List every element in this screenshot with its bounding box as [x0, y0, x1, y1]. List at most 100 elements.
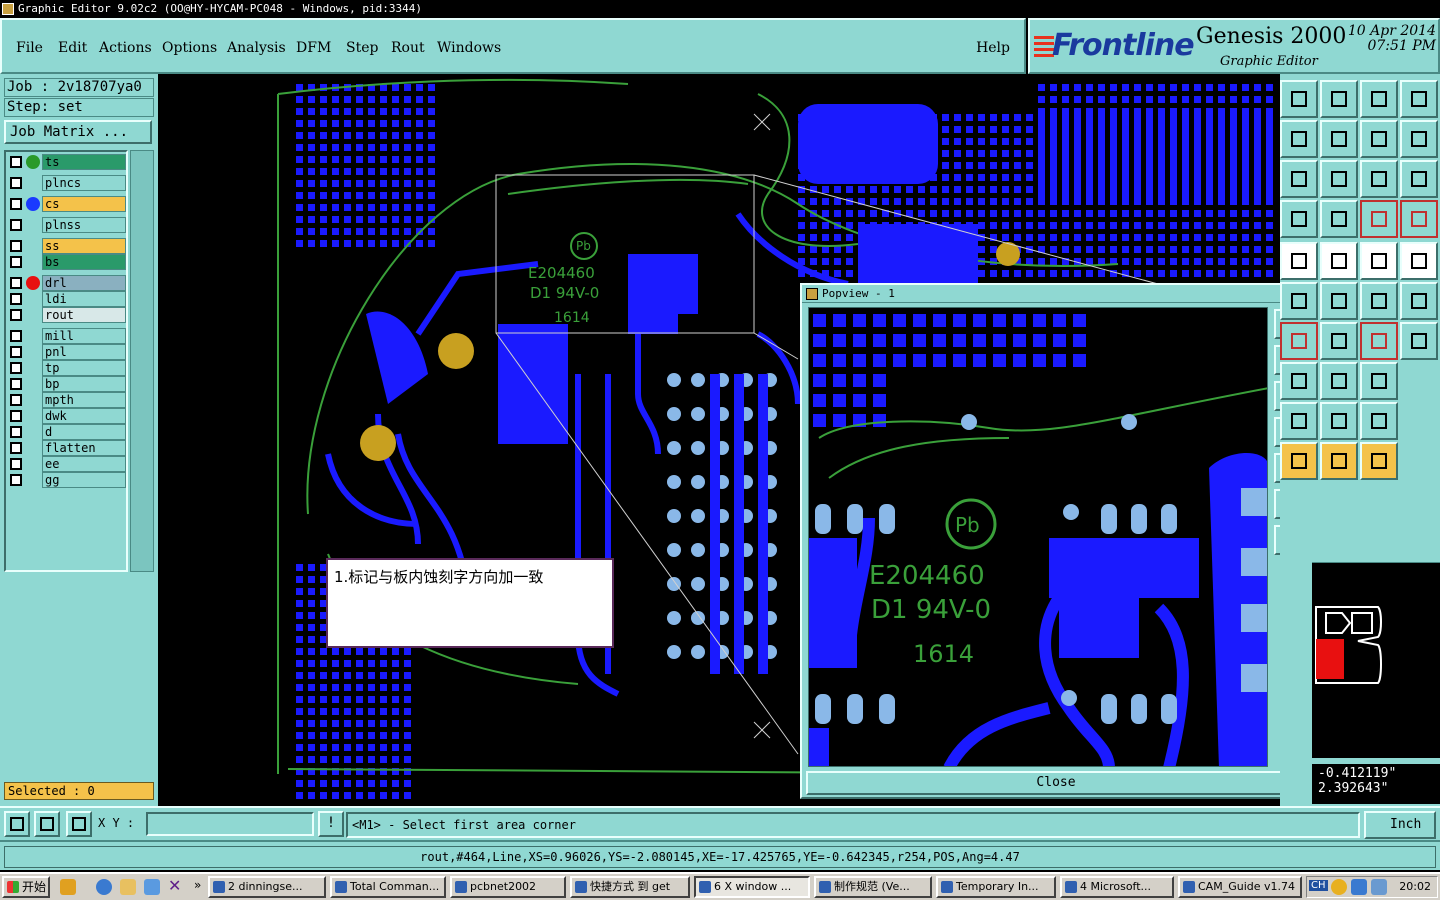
- taskbar-task[interactable]: 2 dinningse...: [208, 876, 326, 898]
- tool-resize-button[interactable]: [1320, 362, 1358, 400]
- layer-row-ldi[interactable]: ldi: [8, 291, 126, 307]
- layer-checkbox[interactable]: [10, 293, 22, 305]
- layer-list-scrollbar[interactable]: [130, 150, 154, 572]
- tool-select-button[interactable]: [1280, 242, 1318, 280]
- layer-row-bs[interactable]: bs: [8, 254, 126, 270]
- layer-row-drl[interactable]: drl: [8, 275, 126, 291]
- zoom-window-button[interactable]: [4, 811, 30, 837]
- tool-pan-left-button[interactable]: [1280, 120, 1318, 158]
- browser-icon[interactable]: [144, 879, 160, 895]
- tool-trace-a-button[interactable]: [1280, 402, 1318, 440]
- menu-help[interactable]: Help: [976, 40, 1010, 56]
- layer-checkbox[interactable]: [10, 198, 22, 210]
- taskbar-task[interactable]: 6 X window ...: [694, 876, 810, 898]
- layer-checkbox[interactable]: [10, 442, 22, 454]
- popview-canvas[interactable]: E204460 D1 94V-0 1614 Pb: [808, 307, 1268, 767]
- layer-row-mpth[interactable]: mpth: [8, 392, 126, 408]
- tool-delete-button[interactable]: [1280, 282, 1318, 320]
- layer-row-gg[interactable]: gg: [8, 472, 126, 488]
- tool-move-button[interactable]: [1320, 282, 1358, 320]
- quicklaunch-app-icon[interactable]: [60, 879, 76, 895]
- units-selector[interactable]: Inch: [1364, 811, 1436, 839]
- layer-checkbox[interactable]: [10, 362, 22, 374]
- tray-network-icon[interactable]: [1351, 879, 1367, 895]
- taskbar-task[interactable]: 制作规范 (Ve...: [814, 876, 932, 898]
- layer-checkbox[interactable]: [10, 219, 22, 231]
- tool-panel-button[interactable]: [1400, 80, 1438, 118]
- menu-windows[interactable]: Windows: [437, 40, 501, 56]
- menu-step[interactable]: Step: [346, 40, 378, 56]
- taskbar-more-chevron[interactable]: »: [194, 878, 201, 892]
- tool-ruler-button[interactable]: [1360, 242, 1398, 280]
- layer-row-cs[interactable]: cs: [8, 196, 126, 212]
- tool-zoom-center-button[interactable]: [1320, 160, 1358, 198]
- taskbar-task[interactable]: Temporary In...: [936, 876, 1056, 898]
- x-app-icon[interactable]: ✕: [168, 878, 184, 895]
- tool-measure-button[interactable]: [1400, 242, 1438, 280]
- tool-scale-1-1-button[interactable]: [1360, 160, 1398, 198]
- layer-row-pnl[interactable]: pnl: [8, 344, 126, 360]
- menu-options[interactable]: Options: [162, 40, 217, 56]
- snap-button[interactable]: [66, 811, 92, 837]
- layer-row-d[interactable]: d: [8, 424, 126, 440]
- tool-trace-c-button[interactable]: [1360, 402, 1398, 440]
- popview-title-bar[interactable]: Popview - 1 ×: [802, 285, 1308, 303]
- tool-layers-blue-button[interactable]: [1360, 362, 1398, 400]
- taskbar-task[interactable]: CAM_Guide v1.74: [1178, 876, 1302, 898]
- ie-icon[interactable]: [96, 879, 112, 895]
- clock-app-icon[interactable]: [120, 879, 136, 895]
- layer-row-tp[interactable]: tp: [8, 360, 126, 376]
- tool-flip-button[interactable]: [1400, 120, 1438, 158]
- layer-checkbox[interactable]: [10, 346, 22, 358]
- popview-close-button[interactable]: Close: [806, 771, 1306, 795]
- tool-layers-red-button[interactable]: [1360, 200, 1398, 238]
- layer-row-ee[interactable]: ee: [8, 456, 126, 472]
- tool-house-button[interactable]: [1360, 80, 1398, 118]
- layer-row-plnss[interactable]: plnss: [8, 217, 126, 233]
- menu-file[interactable]: File: [16, 40, 43, 56]
- layer-checkbox[interactable]: [10, 277, 22, 289]
- tool-flip-red-button[interactable]: [1360, 322, 1398, 360]
- layer-row-flatten[interactable]: flatten: [8, 440, 126, 456]
- layer-checkbox[interactable]: [10, 240, 22, 252]
- menu-dfm[interactable]: DFM: [296, 40, 331, 56]
- input-language[interactable]: CH: [1309, 880, 1328, 891]
- menu-actions[interactable]: Actions: [99, 40, 152, 56]
- menu-edit[interactable]: Edit: [58, 40, 87, 56]
- tool-arc-button[interactable]: [1400, 282, 1438, 320]
- layer-row-rout[interactable]: rout: [8, 307, 126, 323]
- layer-row-mill[interactable]: mill: [8, 328, 126, 344]
- tool-trace-b-button[interactable]: [1320, 402, 1358, 440]
- tool-layers-red2-button[interactable]: [1400, 200, 1438, 238]
- layer-checkbox[interactable]: [10, 378, 22, 390]
- tool-zoom-fit-button[interactable]: [1280, 160, 1318, 198]
- layer-checkbox[interactable]: [10, 410, 22, 422]
- layer-checkbox[interactable]: [10, 474, 22, 486]
- layer-checkbox[interactable]: [10, 177, 22, 189]
- layer-row-ts[interactable]: ts: [8, 154, 126, 170]
- layer-checkbox[interactable]: [10, 426, 22, 438]
- tool-rotate-arc-button[interactable]: [1320, 322, 1358, 360]
- tool-home-button[interactable]: [1280, 80, 1318, 118]
- taskbar-task[interactable]: pcbnet2002: [450, 876, 566, 898]
- layer-checkbox[interactable]: [10, 330, 22, 342]
- layer-checkbox[interactable]: [10, 458, 22, 470]
- layer-row-ss[interactable]: ss: [8, 238, 126, 254]
- layer-checkbox[interactable]: [10, 309, 22, 321]
- layer-checkbox[interactable]: [10, 156, 22, 168]
- tool-cursor-yellow2-button[interactable]: [1320, 442, 1358, 480]
- tool-dash-button[interactable]: [1280, 362, 1318, 400]
- warning-button[interactable]: !: [318, 811, 344, 837]
- measure-button[interactable]: [34, 811, 60, 837]
- layer-row-plncs[interactable]: plncs: [8, 175, 126, 191]
- tool-help-button[interactable]: [1400, 160, 1438, 198]
- overview-minimap[interactable]: [1312, 562, 1440, 758]
- layer-row-dwk[interactable]: dwk: [8, 408, 126, 424]
- tool-cursor-yellow-button[interactable]: [1280, 442, 1318, 480]
- taskbar-task[interactable]: 4 Microsoft...: [1060, 876, 1174, 898]
- layer-checkbox[interactable]: [10, 256, 22, 268]
- taskbar-task[interactable]: Total Comman...: [330, 876, 446, 898]
- tool-open-window-button[interactable]: [1320, 80, 1358, 118]
- tool-route-yellow-button[interactable]: [1360, 442, 1398, 480]
- taskbar-task[interactable]: 快捷方式 到 get: [570, 876, 690, 898]
